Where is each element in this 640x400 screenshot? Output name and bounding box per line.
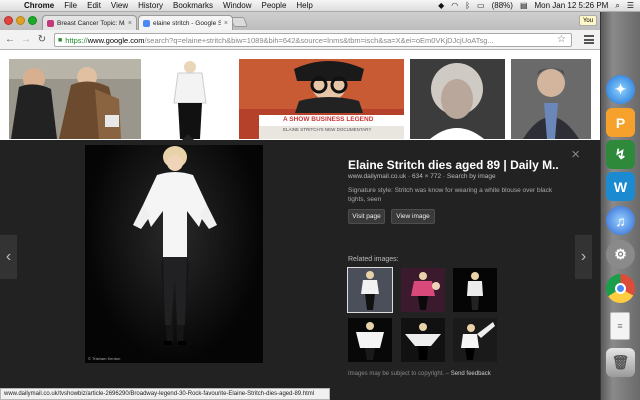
notifications-icon[interactable]: ☰ [627, 1, 634, 10]
browser-window: Breast Cancer Topic: Mayo × elaine strit… [0, 12, 600, 400]
close-tab-icon[interactable]: × [224, 20, 228, 27]
menu-app-name[interactable]: Chrome [24, 1, 54, 10]
word-icon[interactable]: W [606, 172, 635, 201]
send-feedback-link[interactable]: Send feedback [451, 371, 491, 377]
bookmark-star-icon[interactable]: ☆ [557, 34, 566, 45]
tab-strip: Breast Cancer Topic: Mayo × elaine strit… [0, 12, 600, 30]
image-result-thumbnail[interactable] [511, 59, 591, 139]
tab-google-images[interactable]: elaine stritch - Google Se × [138, 15, 233, 30]
menubar-status: ◆ ◠ ᛒ ▭ (88%) ▤ Mon Jan 12 5:26 PM ⌕ ☰ [438, 1, 634, 11]
menu-help[interactable]: Help [296, 1, 312, 10]
close-window-icon[interactable] [4, 16, 13, 25]
menu-view[interactable]: View [111, 1, 128, 10]
related-image-thumbnail[interactable] [348, 318, 392, 362]
menu-history[interactable]: History [138, 1, 163, 10]
tab-title: elaine stritch - Google Se [153, 19, 221, 27]
related-images-label: Related images: [348, 256, 399, 263]
chevron-right-icon: › [580, 248, 587, 265]
mayo-favicon-icon [47, 19, 54, 27]
clock[interactable]: Mon Jan 12 5:26 PM [535, 1, 609, 10]
image-results-row: A SHOW BUSINESS LEGEND ELAINE STRITCH'S … [0, 51, 600, 139]
profile-button[interactable]: You [579, 15, 597, 26]
image-source-info: www.dailymail.co.uk · 634 × 772 · Search… [348, 173, 496, 180]
thumbnail-banner-subtext: ELAINE STRITCH'S NEW DOCUMENTARY [283, 127, 372, 132]
image-result-thumbnail[interactable]: A SHOW BUSINESS LEGEND ELAINE STRITCH'S … [239, 59, 404, 139]
forward-arrow-icon[interactable]: → [20, 34, 32, 46]
google-favicon-icon [143, 19, 150, 27]
itunes-icon[interactable]: ♫ [606, 206, 635, 235]
image-result-thumbnail-selected[interactable] [148, 59, 232, 139]
back-arrow-icon[interactable]: ← [4, 34, 16, 46]
mac-dock: ✦ P ↯ W ♫ ⚙ ≡ 🗑 [600, 12, 640, 400]
flag-icon[interactable]: ▤ [520, 1, 528, 10]
sigil-icon[interactable]: ↯ [606, 140, 635, 169]
tab-mayo[interactable]: Breast Cancer Topic: Mayo × [42, 15, 137, 30]
search-by-image-link[interactable]: Search by image [447, 173, 496, 180]
next-image-button[interactable]: › [575, 235, 592, 279]
related-image-thumbnail[interactable] [347, 267, 393, 313]
related-image-thumbnail[interactable] [453, 318, 497, 362]
system-preferences-icon[interactable]: ⚙ [606, 240, 635, 269]
prev-image-button[interactable]: ‹ [0, 235, 17, 279]
address-bar[interactable]: ■ https:// www.google.com /search?q=elai… [54, 33, 572, 47]
minimize-window-icon[interactable] [16, 16, 25, 25]
url-host: www.google.com [87, 35, 145, 45]
tab-title: Breast Cancer Topic: Mayo [57, 19, 125, 27]
photo-credit: © Tristram Kenton [88, 356, 121, 361]
menu-edit[interactable]: Edit [87, 1, 101, 10]
view-image-button[interactable]: View image [391, 209, 435, 224]
menu-bookmarks[interactable]: Bookmarks [173, 1, 213, 10]
thumbnail-photo [148, 59, 232, 139]
copyright-text: Images may be subject to copyright. [348, 371, 445, 377]
close-tab-icon[interactable]: × [128, 20, 132, 27]
related-image-thumbnail[interactable] [401, 318, 445, 362]
menu-window[interactable]: Window [223, 1, 251, 10]
chrome-icon[interactable] [606, 274, 635, 303]
related-image-thumbnail[interactable] [453, 268, 497, 312]
close-viewer-icon[interactable]: × [571, 146, 580, 163]
thumbnail-photo [511, 59, 591, 139]
trash-icon[interactable]: 🗑 [606, 348, 635, 377]
preview-photo [133, 146, 217, 345]
thumbnail-photo [9, 59, 141, 139]
image-result-thumbnail[interactable] [410, 59, 505, 139]
browser-toolbar: ← → ↻ ■ https:// www.google.com /search?… [0, 30, 600, 50]
source-domain[interactable]: www.dailymail.co.uk [348, 173, 406, 180]
image-description: Signature style: Stritch was know for we… [348, 187, 553, 203]
thumbnail-photo [410, 59, 505, 139]
main-preview-image[interactable]: © Tristram Kenton [85, 145, 263, 363]
mac-menubar: Chrome File Edit View History Bookmarks … [0, 0, 640, 12]
status-bar-url: www.dailymail.co.uk/tvshowbiz/article-26… [0, 388, 330, 400]
bluetooth-icon[interactable]: ᛒ [465, 1, 470, 10]
spotlight-icon[interactable]: ⌕ [615, 1, 619, 11]
lock-icon: ■ [58, 36, 63, 44]
zoom-window-icon[interactable] [28, 16, 37, 25]
viewer-title-link[interactable]: Elaine Stritch dies aged 89 | Daily M... [348, 158, 558, 172]
chrome-menu-icon[interactable] [584, 35, 594, 44]
related-image-thumbnail[interactable] [401, 268, 445, 312]
image-dimensions: 634 × 772 [411, 173, 442, 180]
copyright-notice: Images may be subject to copyright. – Se… [348, 371, 491, 377]
url-path: /search?q=elaine+stritch&biw=1089&bih=64… [144, 35, 494, 45]
safari-icon[interactable]: ✦ [606, 75, 635, 104]
menu-people[interactable]: People [261, 1, 286, 10]
wifi-icon[interactable]: ◠ [451, 1, 458, 10]
pages-icon[interactable]: P [606, 108, 635, 137]
chevron-left-icon: ‹ [5, 248, 12, 265]
menu-file[interactable]: File [64, 1, 77, 10]
thumbnail-banner-text: A SHOW BUSINESS LEGEND [283, 116, 374, 123]
url-scheme: https:// [65, 35, 88, 45]
visit-page-button[interactable]: Visit page [348, 209, 385, 224]
page-content: A SHOW BUSINESS LEGEND ELAINE STRITCH'S … [0, 51, 600, 400]
image-viewer-panel: ‹ › © Tristram Kenton × Elaine Stritch d… [0, 140, 600, 400]
document-icon[interactable]: ≡ [610, 312, 630, 340]
dropbox-icon[interactable]: ◆ [438, 1, 444, 10]
battery-percent: (88%) [491, 1, 513, 10]
image-result-thumbnail[interactable] [9, 59, 141, 139]
reload-icon[interactable]: ↻ [36, 34, 48, 46]
battery-icon[interactable]: ▭ [477, 1, 485, 10]
